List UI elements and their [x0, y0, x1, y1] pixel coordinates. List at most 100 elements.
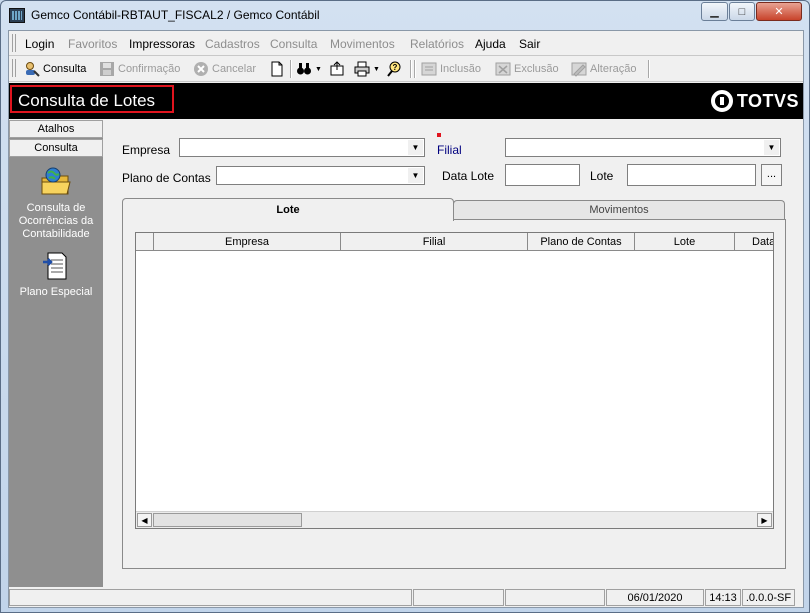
sidebar-item-consulta-ocorrencias[interactable]: Consulta de Ocorrências da Contabilidade	[9, 166, 103, 241]
cancelar-label: Cancelar	[212, 63, 257, 75]
menu-bar: Login Favoritos Impressoras Cadastros Co…	[9, 31, 803, 56]
toolbar-grip[interactable]	[12, 59, 16, 77]
sidebar-item-label: Consulta de Ocorrências da Contabilidade	[18, 202, 94, 240]
chevron-down-icon[interactable]: ▼	[408, 168, 423, 183]
cancel-icon	[193, 61, 209, 77]
exclusao-label: Exclusão	[514, 63, 559, 75]
application-window: Gemco Contábil-RBTAUT_FISCAL2 / Gemco Co…	[0, 0, 810, 613]
required-marker	[437, 133, 441, 137]
sidebar-item-label: Plano Especial	[19, 286, 93, 298]
toolbar-separator	[290, 60, 292, 78]
svg-text:?: ?	[393, 63, 398, 72]
export-button[interactable]	[329, 60, 345, 78]
app-icon	[9, 8, 25, 23]
inclusao-button[interactable]: Inclusão	[421, 60, 481, 78]
page-title: Consulta de Lotes	[18, 91, 156, 110]
status-panel-empty	[413, 589, 504, 606]
filial-select[interactable]: ▼	[505, 138, 781, 157]
sidebar: Atalhos Consulta Consulta de Ocorrências…	[9, 120, 103, 587]
save-icon	[99, 61, 115, 77]
menu-impressoras[interactable]: Impressoras	[129, 37, 195, 51]
totvs-logo: TOTVS	[710, 90, 799, 112]
maximize-button[interactable]: □	[729, 2, 755, 21]
plano-contas-label: Plano de Contas	[122, 171, 211, 185]
printer-icon	[354, 61, 370, 77]
chevron-down-icon[interactable]: ▼	[408, 140, 423, 155]
column-header-filial[interactable]: Filial	[341, 233, 528, 251]
tab-bar: Lote Movimentos	[122, 198, 786, 221]
menu-cadastros[interactable]: Cadastros	[205, 37, 260, 51]
plano-contas-select[interactable]: ▼	[216, 166, 425, 185]
user-search-icon	[24, 61, 40, 77]
exclusao-button[interactable]: Exclusão	[495, 60, 559, 78]
row-selector-header[interactable]	[136, 233, 154, 251]
menubar-grip[interactable]	[12, 34, 16, 52]
column-header-empresa[interactable]: Empresa	[154, 233, 341, 251]
column-header-plano-contas[interactable]: Plano de Contas	[528, 233, 635, 251]
toolbar-separator	[648, 60, 650, 78]
alteracao-button[interactable]: Alteração	[571, 60, 636, 78]
binoculars-icon	[296, 61, 312, 77]
help-button[interactable]: ?	[386, 60, 402, 78]
status-time: 14:13	[705, 589, 741, 606]
sidebar-tab-atalhos[interactable]: Atalhos	[9, 120, 103, 138]
status-version: .0.0.0-SF	[742, 589, 795, 606]
menu-relatorios[interactable]: Relatórios	[410, 37, 464, 51]
new-document-icon	[269, 61, 285, 77]
menu-login[interactable]: Login	[25, 37, 54, 51]
lote-label: Lote	[590, 169, 614, 183]
new-document-button[interactable]	[269, 60, 285, 78]
grid-header: Empresa Filial Plano de Contas Lote Data	[136, 233, 773, 251]
tab-movimentos[interactable]: Movimentos	[453, 200, 785, 219]
consulta-label: Consulta	[43, 63, 87, 75]
horizontal-scrollbar[interactable]: ◀ ▶	[136, 511, 773, 528]
toolbar: Consulta Confirmação Cancelar ▼ ▼ ? Incl…	[9, 56, 803, 82]
toolbar-separator	[410, 60, 412, 78]
confirmacao-button[interactable]: Confirmação	[99, 60, 180, 78]
add-record-icon	[421, 61, 437, 77]
sidebar-item-plano-especial[interactable]: Plano Especial	[9, 250, 103, 299]
chevron-down-icon[interactable]: ▼	[764, 140, 779, 155]
cancelar-button[interactable]: Cancelar	[193, 60, 256, 78]
scroll-left-icon[interactable]: ◀	[137, 513, 152, 527]
title-bar[interactable]: Gemco Contábil-RBTAUT_FISCAL2 / Gemco Co…	[1, 1, 809, 29]
status-panel-empty	[505, 589, 605, 606]
scrollbar-thumb[interactable]	[153, 513, 302, 527]
menu-sair[interactable]: Sair	[519, 37, 540, 51]
delete-record-icon	[495, 61, 511, 77]
menu-ajuda[interactable]: Ajuda	[475, 37, 506, 51]
main-panel: Empresa ▼ Filial ▼ Plano de Contas ▼ Dat…	[104, 120, 803, 587]
filial-label: Filial	[437, 143, 462, 157]
page-title-highlight: Consulta de Lotes	[10, 85, 174, 113]
lotes-grid[interactable]: Empresa Filial Plano de Contas Lote Data…	[135, 232, 774, 529]
data-lote-field[interactable]	[505, 164, 580, 186]
status-date: 06/01/2020	[606, 589, 704, 606]
lote-field[interactable]	[627, 164, 756, 186]
window-title: Gemco Contábil-RBTAUT_FISCAL2 / Gemco Co…	[31, 8, 320, 22]
confirmacao-label: Confirmação	[118, 63, 181, 75]
data-lote-label: Data Lote	[442, 169, 495, 183]
minimize-button[interactable]: ▁	[701, 2, 728, 21]
empresa-select[interactable]: ▼	[179, 138, 425, 157]
scroll-right-icon[interactable]: ▶	[757, 513, 772, 527]
column-header-lote[interactable]: Lote	[635, 233, 735, 251]
totvs-logo-icon	[710, 90, 733, 112]
consulta-button[interactable]: Consulta	[24, 60, 86, 78]
menu-consulta[interactable]: Consulta	[270, 37, 317, 51]
chevron-down-icon: ▼	[373, 65, 380, 73]
toolbar-separator	[414, 60, 416, 78]
inclusao-label: Inclusão	[440, 63, 481, 75]
find-button[interactable]: ▼	[296, 60, 322, 78]
tab-panel-lote: Empresa Filial Plano de Contas Lote Data…	[122, 219, 786, 569]
close-button[interactable]: ✕	[756, 2, 802, 21]
tab-lote[interactable]: Lote	[122, 198, 454, 221]
client-area: Login Favoritos Impressoras Cadastros Co…	[8, 30, 804, 608]
print-button[interactable]: ▼	[354, 60, 380, 78]
sidebar-tab-consulta[interactable]: Consulta	[9, 139, 103, 157]
menu-movimentos[interactable]: Movimentos	[330, 37, 395, 51]
menu-favoritos[interactable]: Favoritos	[68, 37, 117, 51]
lote-lookup-button[interactable]: ...	[761, 164, 782, 186]
edit-record-icon	[571, 61, 587, 77]
chevron-down-icon: ▼	[315, 65, 322, 73]
column-header-data[interactable]: Data	[735, 233, 773, 251]
